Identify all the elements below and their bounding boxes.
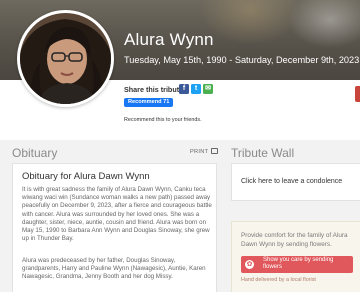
leave-condolence-link[interactable]: Click here to leave a condolence bbox=[241, 178, 342, 185]
profile-photo bbox=[20, 13, 111, 104]
send-flowers-button-label[interactable]: Show you care by sending flowers bbox=[263, 257, 353, 272]
print-label: PRINT bbox=[190, 149, 209, 155]
obituary-section-title: Obituary bbox=[12, 146, 58, 160]
tribute-page: Alura Wynn Tuesday, May 15th, 1990 - Sat… bbox=[0, 0, 360, 292]
florist-note: Hand delivered by a local florist bbox=[241, 277, 316, 283]
email-icon[interactable]: ✉ bbox=[203, 84, 213, 94]
printer-icon bbox=[211, 148, 219, 154]
twitter-icon[interactable]: t bbox=[191, 84, 201, 94]
deceased-name: Alura Wynn bbox=[124, 30, 214, 49]
facebook-recommend-button[interactable]: Recommend 71 bbox=[124, 98, 174, 107]
print-button[interactable]: PRINT bbox=[190, 148, 219, 155]
life-dates: Tuesday, May 15th, 1990 - Saturday, Dece… bbox=[124, 55, 360, 65]
obituary-paragraph: Alura was predeceased by her father, Dou… bbox=[22, 257, 206, 281]
facebook-icon[interactable]: f bbox=[179, 84, 189, 94]
flower-icon: ✿ bbox=[245, 260, 254, 269]
tribute-wall-title: Tribute Wall bbox=[231, 146, 295, 160]
profile-photo-frame bbox=[17, 10, 114, 107]
obituary-paragraph: It is with great sadness the family of A… bbox=[22, 186, 212, 243]
recommend-note: Recommend this to your friends. bbox=[124, 117, 202, 123]
side-action-tab[interactable] bbox=[355, 86, 360, 102]
share-label: Share this tribute bbox=[124, 85, 184, 94]
flowers-prompt: Provide comfort for the family of Alura … bbox=[241, 232, 348, 248]
obituary-heading: Obituary for Alura Dawn Wynn bbox=[22, 171, 150, 182]
